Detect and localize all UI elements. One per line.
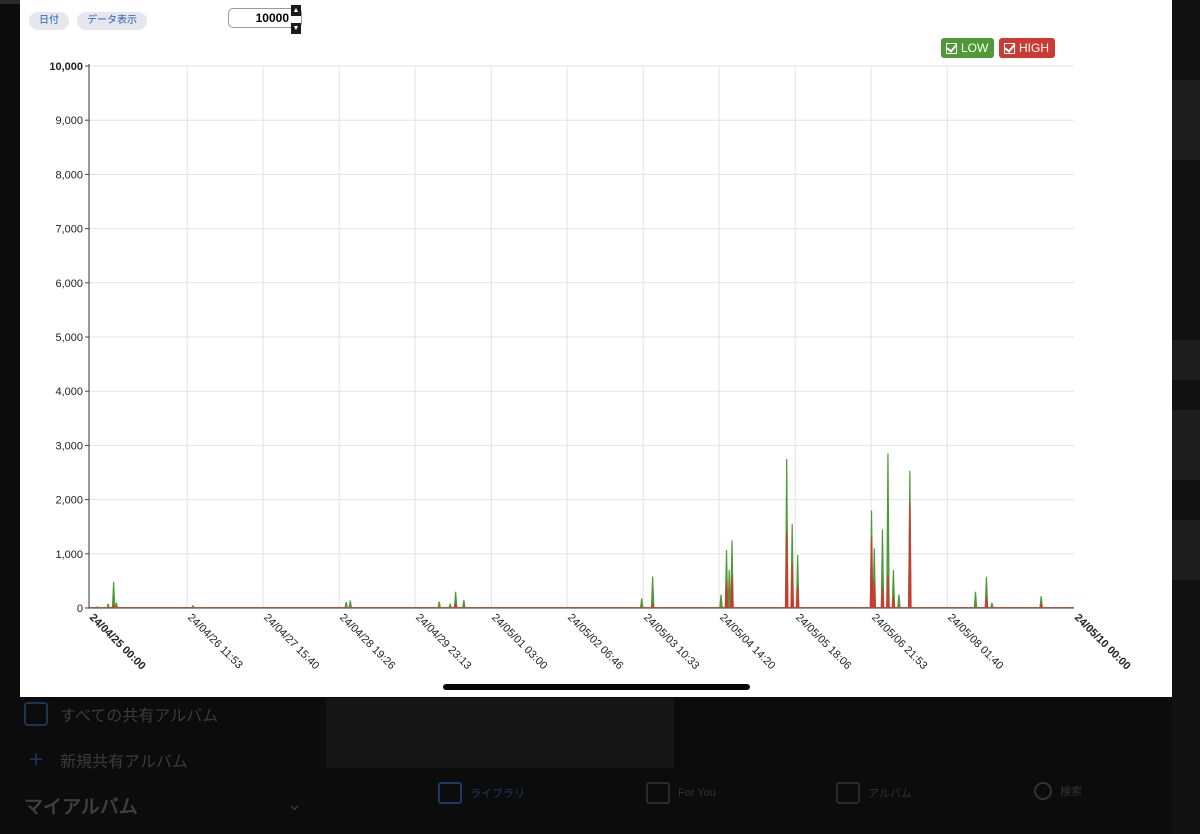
x-tick-label: 24/04/28 19:26 bbox=[337, 612, 397, 672]
y-tick-label: 1,000 bbox=[55, 549, 83, 561]
data-spike-low bbox=[973, 591, 978, 608]
y-tick-label: 7,000 bbox=[55, 224, 83, 236]
albums-icon bbox=[836, 782, 860, 804]
search-icon bbox=[1034, 782, 1052, 800]
data-spike-low bbox=[897, 594, 901, 608]
x-tick-label: 24/05/06 21:53 bbox=[869, 612, 929, 672]
tab-label: ライブラリ bbox=[470, 788, 525, 800]
data-spike-low bbox=[719, 594, 723, 608]
y-tick-label: 9,000 bbox=[55, 115, 83, 127]
x-tick-label: 24/04/27 15:40 bbox=[261, 612, 321, 672]
sidebar-item-new-shared-album[interactable]: + 新規共有アルバム bbox=[24, 746, 188, 774]
x-tick-label: 24/05/01 03:00 bbox=[489, 612, 549, 672]
x-tick-label: 24/05/02 06:46 bbox=[565, 612, 625, 672]
y-tick-label: 0 bbox=[77, 603, 83, 615]
tab-search[interactable]: 検索 bbox=[1034, 782, 1082, 800]
traffic-chart: 0 1,000 2,000 3,000 4,000 5,000 6,000 7,000 8,00… bbox=[49, 61, 1133, 673]
y-tick-label: 2,000 bbox=[55, 495, 83, 507]
y-tick-label: 10,000 bbox=[49, 61, 83, 73]
plus-icon: + bbox=[28, 746, 43, 773]
for-you-icon bbox=[646, 782, 670, 804]
background-right-strip bbox=[1172, 0, 1200, 834]
x-tick-label: 24/04/29 23:13 bbox=[413, 612, 473, 672]
tab-for-you[interactable]: For You bbox=[646, 782, 716, 804]
data-spike-low bbox=[111, 581, 116, 608]
tab-label: アルバム bbox=[868, 788, 912, 800]
sidebar-item-label: 新規共有アルバム bbox=[60, 754, 188, 771]
x-tick-label: 24/04/25 00:00 bbox=[87, 612, 148, 673]
shared-album-icon bbox=[24, 702, 48, 726]
chart-panel: 日付 データ表示 ▲ ▼ LOW HIGH 01,0002,0003,0004,… bbox=[20, 0, 1172, 697]
data-spike-low bbox=[462, 599, 466, 608]
y-tick-label: 6,000 bbox=[55, 278, 83, 290]
x-tick-label: 24/04/26 11:53 bbox=[185, 612, 245, 672]
library-icon bbox=[438, 782, 462, 804]
y-tick-label: 5,000 bbox=[55, 332, 83, 344]
sidebar-item-all-shared-albums[interactable]: すべての共有アルバム bbox=[24, 702, 218, 726]
data-spike-low bbox=[348, 600, 353, 608]
sidebar-item-label: すべての共有アルバム bbox=[60, 708, 219, 725]
x-tick-label: 24/05/05 18:06 bbox=[793, 612, 853, 672]
y-tick-label: 4,000 bbox=[55, 386, 83, 398]
tab-label: 検索 bbox=[1060, 786, 1082, 798]
chevron-down-icon[interactable]: ⌄ bbox=[287, 794, 302, 815]
tab-library[interactable]: ライブラリ bbox=[438, 782, 525, 804]
x-tick-label: 24/05/03 10:33 bbox=[641, 612, 701, 672]
y-tick-label: 8,000 bbox=[55, 169, 83, 181]
home-indicator[interactable] bbox=[443, 684, 750, 690]
my-albums-heading: マイアルバム bbox=[24, 797, 138, 818]
tab-albums[interactable]: アルバム bbox=[836, 782, 912, 804]
y-tick-label: 3,000 bbox=[55, 440, 83, 452]
x-tick-label: 24/05/04 14:20 bbox=[717, 612, 777, 672]
background-photo-thumbnail bbox=[326, 698, 675, 768]
tab-label: For You bbox=[678, 787, 716, 799]
x-tick-label: 24/05/08 01:40 bbox=[945, 612, 1005, 672]
data-spike-low bbox=[650, 576, 655, 608]
x-tick-label: 24/05/10 00:00 bbox=[1072, 612, 1133, 673]
